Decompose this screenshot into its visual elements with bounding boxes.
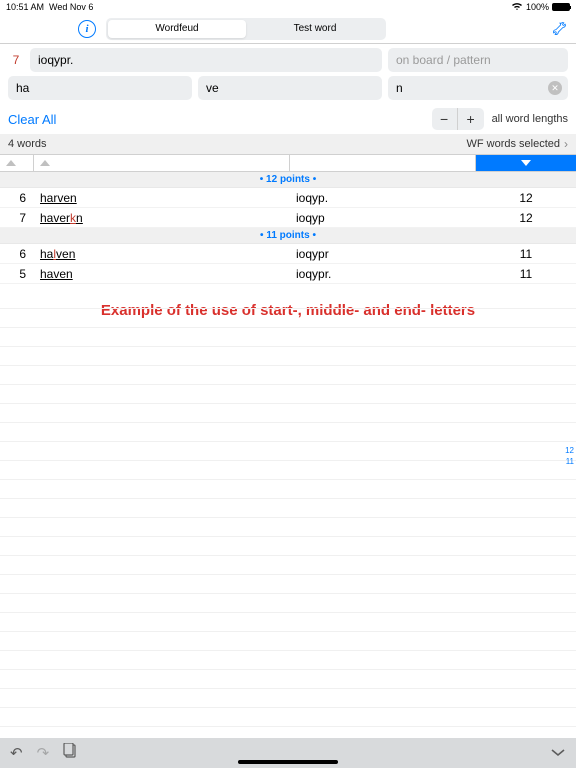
dictionary-selector[interactable]: WF words selected › — [466, 137, 568, 151]
settings-icon[interactable] — [548, 20, 566, 38]
pattern-input[interactable]: on board / pattern — [388, 48, 568, 72]
middle-input[interactable] — [198, 76, 382, 100]
section-header: • 12 points • — [0, 172, 576, 188]
stepper-minus[interactable]: − — [432, 108, 458, 130]
cell-word: haverkn — [34, 211, 290, 225]
index-mark[interactable]: 11 — [565, 456, 574, 467]
chevron-down-icon[interactable] — [550, 745, 566, 762]
home-indicator — [238, 760, 338, 764]
index-mark[interactable]: 12 — [565, 445, 574, 456]
table-row[interactable]: 7 haverkn ioqyp 12 — [0, 208, 576, 228]
cell-pts: 11 — [476, 247, 576, 261]
cell-rest: ioqyp. — [290, 191, 476, 205]
rack-input[interactable] — [30, 48, 382, 72]
clear-end-icon[interactable]: ✕ — [548, 81, 562, 95]
battery-pct: 100% — [526, 2, 549, 12]
tab-wordfeud[interactable]: Wordfeud — [108, 20, 246, 38]
start-input[interactable] — [8, 76, 192, 100]
word-count: 4 words — [8, 138, 47, 150]
clear-all-button[interactable]: Clear All — [8, 112, 56, 127]
stepper-plus[interactable]: + — [458, 108, 484, 130]
mode-segmented: Wordfeud Test word — [106, 18, 386, 40]
length-stepper: − + — [432, 108, 484, 130]
col-length[interactable] — [0, 155, 34, 171]
wifi-icon — [511, 2, 523, 13]
cell-rest: ioqypr — [290, 247, 476, 261]
dictionary-label: WF words selected — [466, 138, 560, 150]
table-header — [0, 154, 576, 172]
undo-icon[interactable]: ↶ — [10, 744, 23, 762]
battery-icon — [552, 3, 570, 11]
pattern-placeholder: on board / pattern — [396, 53, 491, 67]
status-bar: 10:51 AM Wed Nov 6 100% — [0, 0, 576, 14]
cell-pts: 12 — [476, 191, 576, 205]
status-date: Wed Nov 6 — [49, 2, 93, 12]
cell-rest: ioqypr. — [290, 267, 476, 281]
length-label: all word lengths — [492, 113, 568, 125]
cell-len: 5 — [0, 267, 34, 281]
clipboard-icon[interactable] — [63, 743, 77, 763]
cell-word: halven — [34, 247, 290, 261]
cell-word: haven — [34, 267, 290, 281]
cell-len: 7 — [0, 211, 34, 225]
cell-rest: ioqyp — [290, 211, 476, 225]
cell-word: harven — [34, 191, 290, 205]
end-input-value: n — [396, 81, 403, 95]
end-input-wrap[interactable]: n ✕ — [388, 76, 568, 100]
ruled-background — [0, 290, 576, 738]
col-word[interactable] — [34, 155, 290, 171]
status-time: 10:51 AM — [6, 2, 44, 12]
table-row[interactable]: 6 harven ioqyp. 12 — [0, 188, 576, 208]
cell-len: 6 — [0, 191, 34, 205]
cell-len: 6 — [0, 247, 34, 261]
index-bar[interactable]: 12 11 — [565, 445, 574, 467]
cell-pts: 11 — [476, 267, 576, 281]
table-row[interactable]: 5 haven ioqypr. 11 — [0, 264, 576, 284]
tab-testword[interactable]: Test word — [246, 20, 384, 38]
info-icon[interactable]: i — [78, 20, 96, 38]
redo-icon[interactable]: ↷ — [37, 744, 50, 762]
col-points[interactable] — [476, 155, 576, 171]
table-row[interactable]: 6 halven ioqypr 11 — [0, 244, 576, 264]
cell-pts: 12 — [476, 211, 576, 225]
rack-count: 7 — [8, 48, 24, 72]
section-header: • 11 points • — [0, 228, 576, 244]
nav-bar: i Wordfeud Test word — [0, 14, 576, 44]
col-leftover[interactable] — [290, 155, 476, 171]
chevron-right-icon: › — [564, 137, 568, 151]
